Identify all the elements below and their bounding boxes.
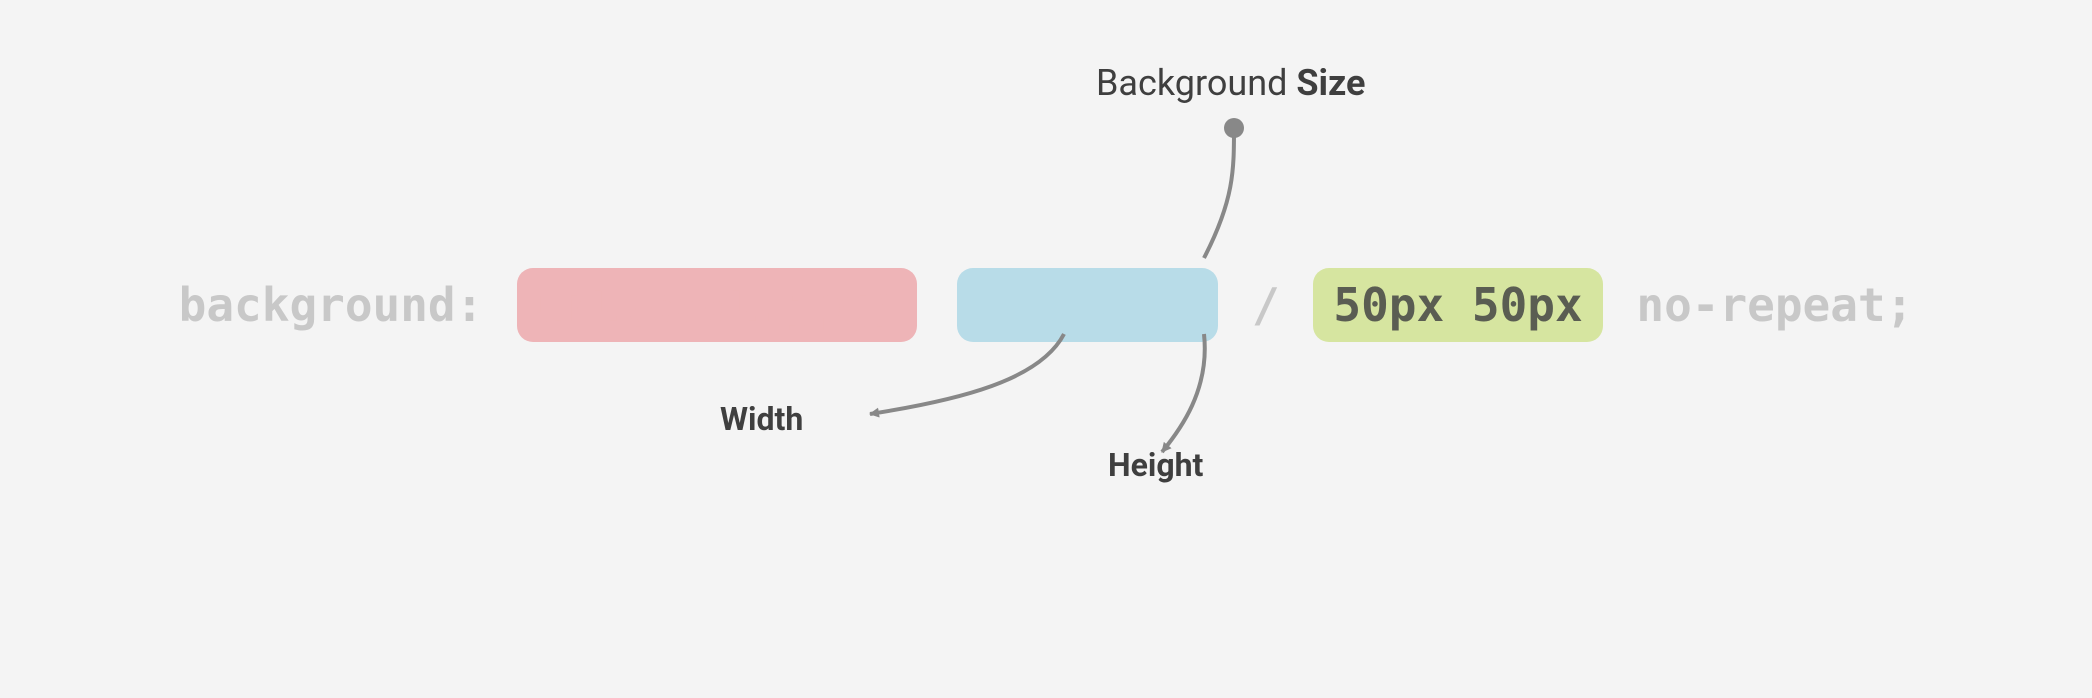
connector-overlay: [0, 0, 2092, 698]
background-image-token: url(cool.jpg): [517, 268, 917, 342]
background-position-token: top left: [957, 268, 1219, 342]
connector-line-top: [1204, 128, 1234, 258]
css-property: background:: [179, 278, 484, 332]
background-repeat-token: no-repeat;: [1636, 278, 1913, 332]
annotation-title-prefix: Background: [1096, 62, 1296, 104]
connector-dot-icon: [1224, 118, 1244, 138]
width-label: Width: [720, 400, 803, 438]
slash-separator: /: [1252, 278, 1280, 332]
height-label: Height: [1108, 446, 1203, 484]
annotation-title-bold: Size: [1296, 62, 1365, 104]
connector-arrow-width: [870, 334, 1064, 414]
connector-arrow-height: [1162, 334, 1205, 452]
background-size-token: 50px 50px: [1313, 268, 1602, 342]
css-shorthand-line: background: url(cool.jpg) top left / 50p…: [0, 268, 2092, 342]
annotation-title: Background Size: [1096, 62, 1365, 104]
